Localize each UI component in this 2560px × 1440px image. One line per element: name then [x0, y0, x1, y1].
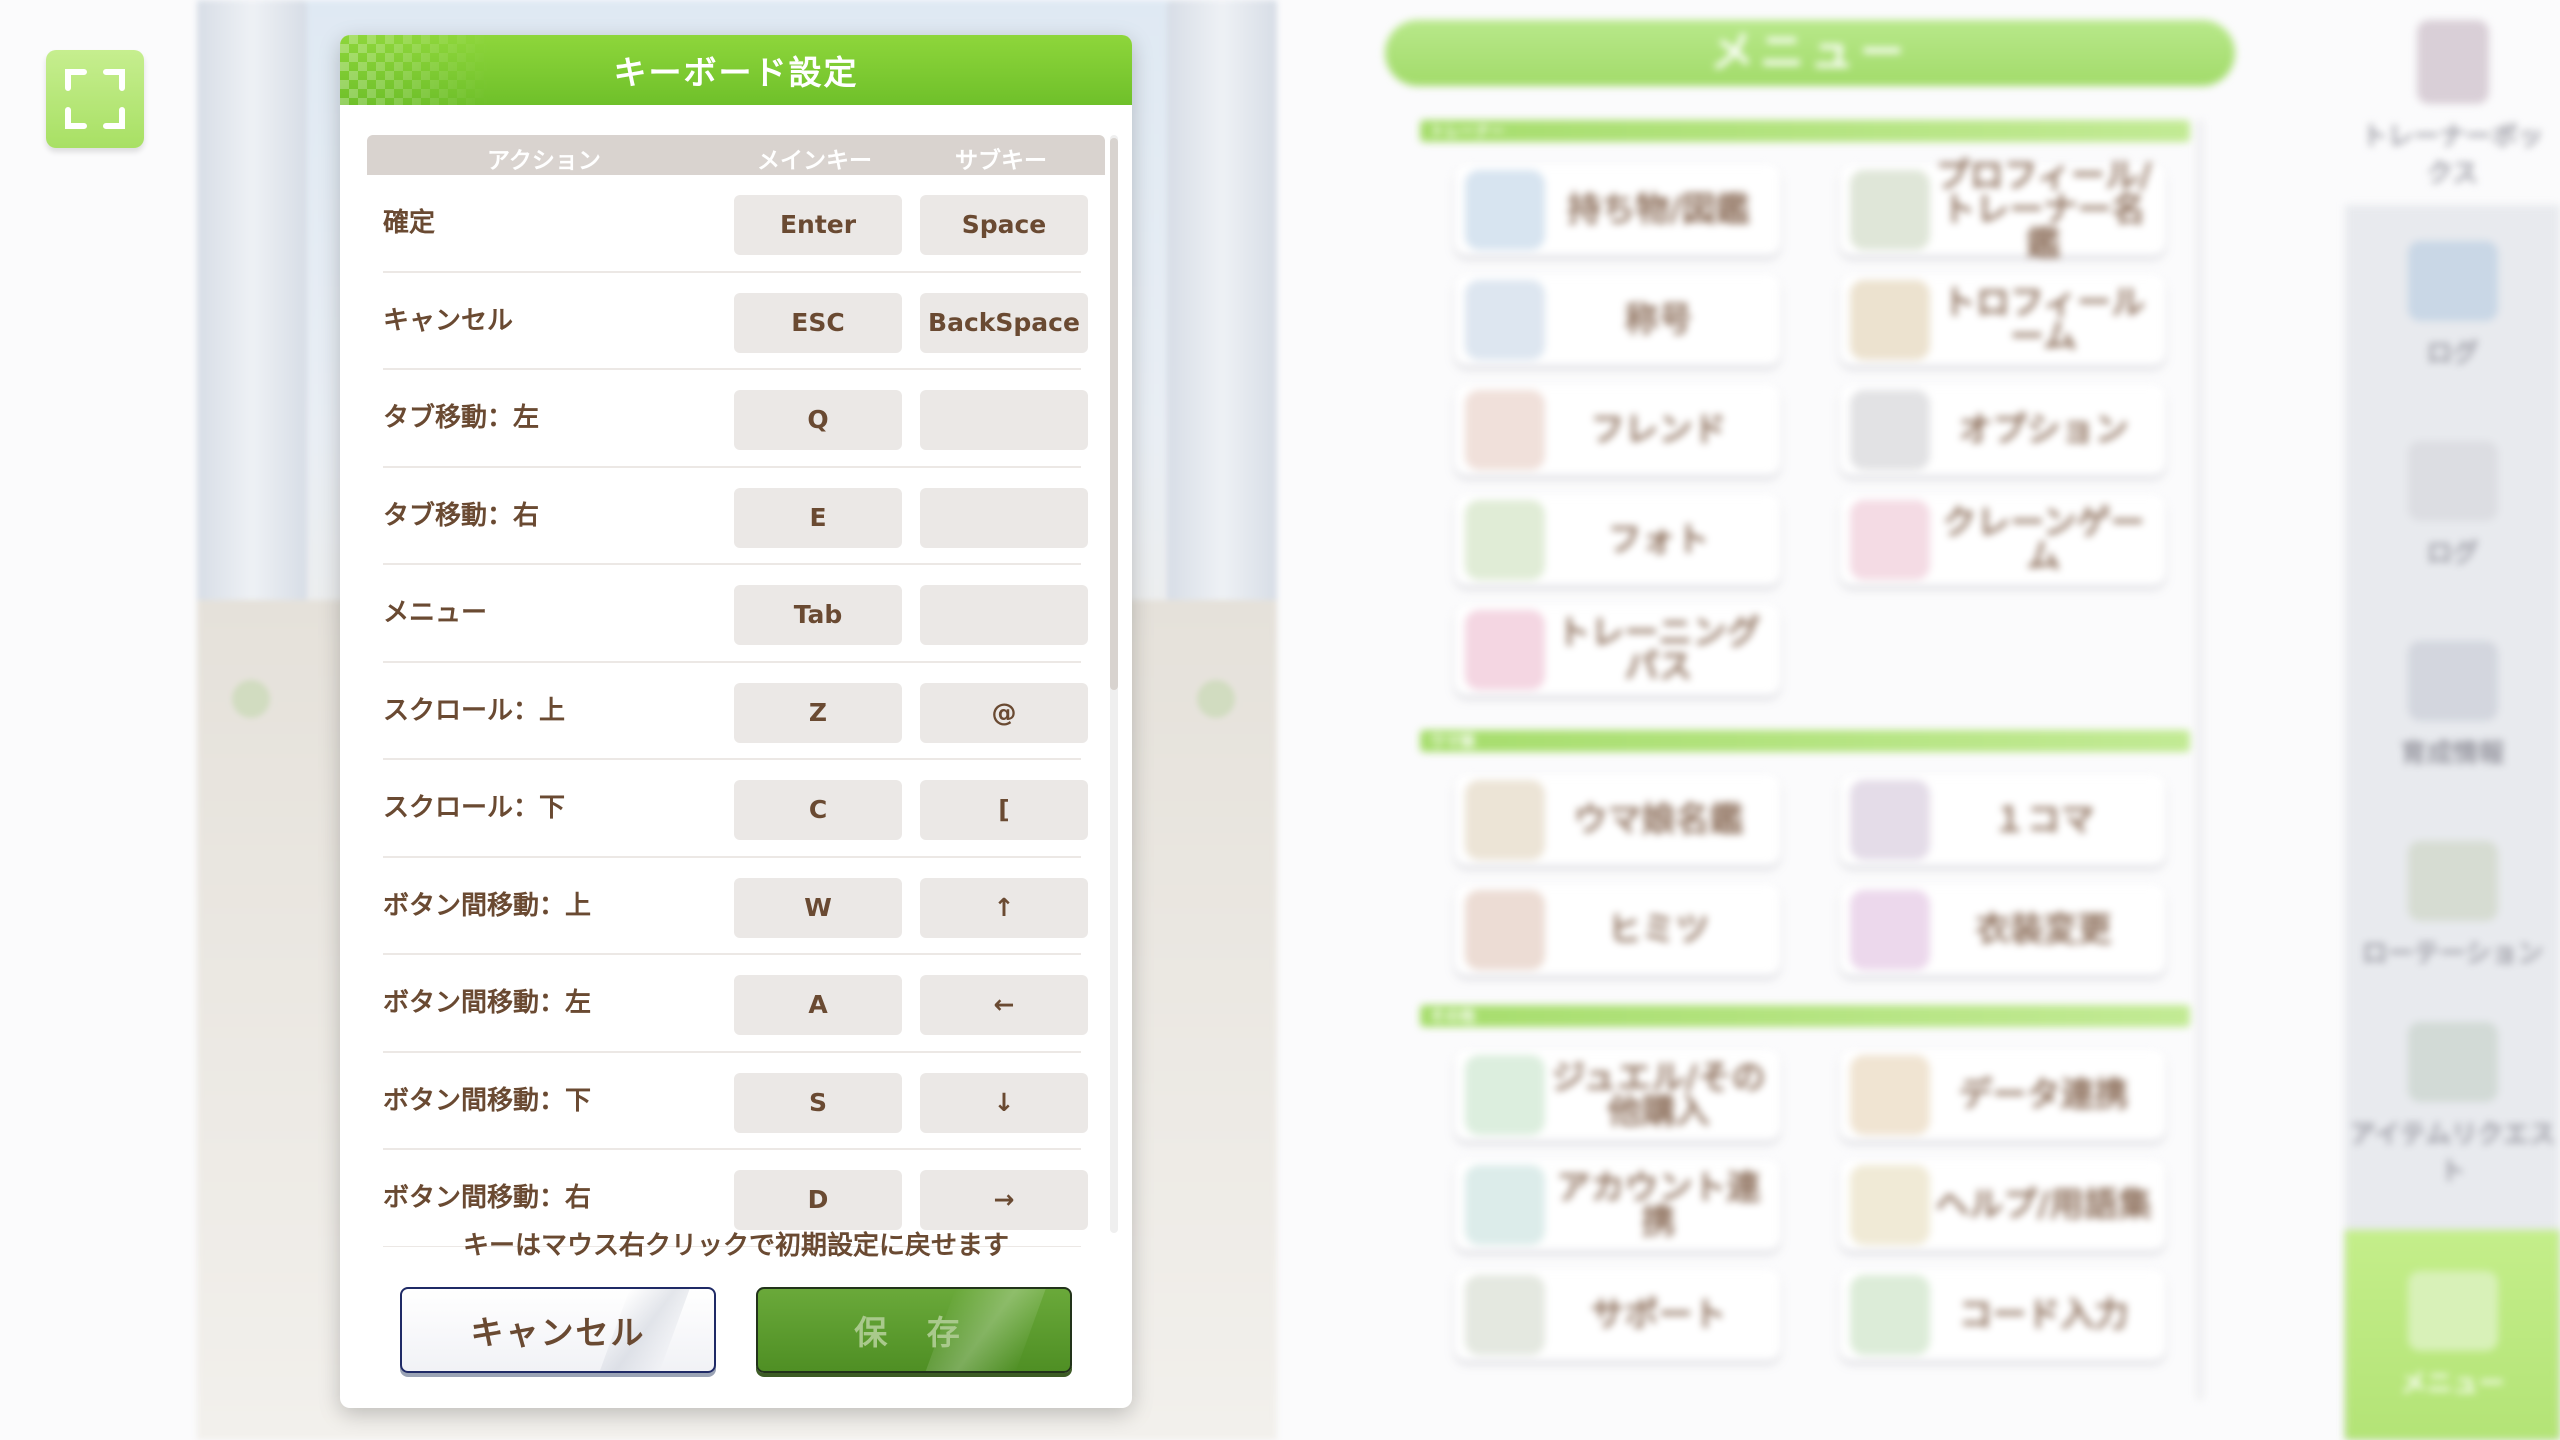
trainer-box-button[interactable]: トレーナーボックス: [2360, 20, 2545, 190]
column-header-action: アクション: [487, 148, 601, 174]
main-key-button[interactable]: S: [734, 1072, 902, 1133]
sub-key-button[interactable]: @: [920, 682, 1088, 743]
keybinding-table[interactable]: アクション メインキー サブキー 確定 Enter Space キャンセル ESC Bac…: [367, 135, 1105, 1247]
table-row: ボタン間移動：上 W ↑: [367, 858, 1105, 956]
menu-tile[interactable]: クレーンゲーム: [1840, 495, 2165, 585]
column-header-main: メインキー: [757, 148, 872, 174]
sub-key-button[interactable]: Space: [920, 195, 1088, 255]
sub-key-button[interactable]: →: [920, 1170, 1088, 1230]
menu-tile[interactable]: 持ち物/図鑑: [1455, 165, 1780, 255]
menu-tile[interactable]: 称号: [1455, 275, 1780, 365]
menu-tile[interactable]: トレーニングパス: [1455, 605, 1780, 695]
cancel-button[interactable]: キャンセル: [400, 1287, 716, 1373]
menu-tile[interactable]: フレンド: [1455, 385, 1780, 475]
sidebar-item[interactable]: 育成情報: [2345, 605, 2560, 805]
dialog-title: キーボード設定: [613, 53, 859, 92]
action-label: タブ移動：左: [383, 403, 540, 433]
action-label: キャンセル: [383, 305, 514, 336]
action-label: ボタン間移動：下: [383, 1085, 592, 1116]
menu-tile[interactable]: アカウント連携: [1455, 1160, 1780, 1250]
sub-key-button[interactable]: ↑: [920, 877, 1088, 938]
action-label: 確定: [383, 208, 436, 238]
sub-key-button[interactable]: ↓: [920, 1072, 1088, 1133]
menu-section-uma: ウマ娘: [1420, 730, 2190, 752]
main-key-button[interactable]: Tab: [734, 585, 902, 645]
table-row: メニュー Tab: [367, 565, 1105, 663]
menu-section-trainer: トレーナー: [1420, 120, 2190, 142]
sub-key-button[interactable]: [920, 585, 1088, 645]
menu-tile[interactable]: ウマ娘名鑑: [1455, 775, 1780, 865]
menu-tile[interactable]: サポート: [1455, 1270, 1780, 1360]
main-key-button[interactable]: E: [734, 487, 902, 548]
cancel-button-label: キャンセル: [470, 1313, 646, 1352]
menu-tile[interactable]: １コマ: [1840, 775, 2165, 865]
dialog-header: キーボード設定: [340, 35, 1132, 105]
menu-tile[interactable]: フォト: [1455, 495, 1780, 585]
menu-tile[interactable]: トロフィールーム: [1840, 275, 2165, 365]
table-row: タブ移動：右 E: [367, 468, 1105, 566]
sidebar-item[interactable]: ローテーション: [2345, 805, 2560, 1005]
main-key-button[interactable]: ESC: [734, 292, 902, 353]
fullscreen-button[interactable]: [46, 50, 144, 148]
menu-section-other: その他: [1420, 1005, 2190, 1027]
action-label: ボタン間移動：上: [383, 890, 592, 921]
main-key-button[interactable]: C: [734, 780, 902, 840]
menu-tile[interactable]: ヘルプ/用語集: [1840, 1160, 2165, 1250]
reset-hint-text: キーはマウス右クリックで初期設定に戻せます: [462, 1231, 1009, 1261]
sub-key-button[interactable]: [: [920, 780, 1088, 840]
fullscreen-icon: [65, 69, 125, 129]
table-row: キャンセル ESC BackSpace: [367, 273, 1105, 371]
sidebar-item[interactable]: アイテムリクエスト: [2345, 1005, 2560, 1205]
action-label: メニュー: [383, 598, 488, 628]
main-key-button[interactable]: Q: [734, 390, 902, 450]
table-row: 確定 Enter Space: [367, 175, 1105, 273]
action-label: スクロール：下: [383, 793, 566, 823]
menu-tile[interactable]: オプション: [1840, 385, 2165, 475]
main-key-button[interactable]: Enter: [734, 195, 902, 255]
sub-key-button[interactable]: [920, 487, 1088, 548]
menu-tile[interactable]: ヒミツ: [1455, 885, 1780, 975]
sidebar-item[interactable]: ログ: [2345, 205, 2560, 405]
menu-tile[interactable]: 衣装変更: [1840, 885, 2165, 975]
save-button-label: 保 存: [854, 1313, 974, 1352]
action-label: タブ移動：右: [383, 500, 540, 531]
main-key-button[interactable]: A: [734, 975, 902, 1035]
table-row: スクロール：上 Z @: [367, 663, 1105, 761]
menu-tile[interactable]: データ連携: [1840, 1050, 2165, 1140]
menu-scrollbar[interactable]: [2197, 120, 2203, 1400]
action-label: スクロール：上: [383, 695, 566, 726]
game-screen: メニュー トレーナー 持ち物/図鑑 プロフィール/トレーナー名鑑 称号 トロフィ…: [0, 0, 2560, 1440]
menu-tile[interactable]: プロフィール/トレーナー名鑑: [1840, 159, 2165, 261]
table-header: アクション メインキー サブキー: [367, 135, 1105, 175]
sub-key-button[interactable]: [920, 390, 1088, 450]
table-scrollbar-thumb[interactable]: [1110, 138, 1118, 690]
save-button[interactable]: 保 存: [756, 1287, 1072, 1373]
main-key-button[interactable]: D: [734, 1170, 902, 1230]
trainer-box-icon: [2416, 20, 2489, 104]
menu-tile[interactable]: ジュエル/その他購入: [1455, 1050, 1780, 1140]
sub-key-button[interactable]: ←: [920, 975, 1088, 1035]
sidebar-item[interactable]: ログ: [2345, 405, 2560, 605]
main-key-button[interactable]: Z: [734, 682, 902, 743]
keyboard-settings-dialog: キーボード設定 アクション メインキー サブキー 確定 Enter Space キャン…: [340, 35, 1132, 1408]
table-row: スクロール：下 C [: [367, 760, 1105, 858]
action-label: ボタン間移動：左: [383, 988, 592, 1018]
table-row: ボタン間移動：左 A ←: [367, 955, 1105, 1053]
main-key-button[interactable]: W: [734, 877, 902, 938]
table-row: ボタン間移動：下 S ↓: [367, 1053, 1105, 1151]
column-header-sub: サブキー: [955, 148, 1047, 174]
menu-title: メニュー: [1385, 20, 2235, 86]
sidebar-item-menu[interactable]: メニュー: [2345, 1230, 2560, 1440]
table-row: タブ移動：左 Q: [367, 370, 1105, 468]
sub-key-button[interactable]: BackSpace: [920, 292, 1088, 353]
menu-tile[interactable]: コード入力: [1840, 1270, 2165, 1360]
